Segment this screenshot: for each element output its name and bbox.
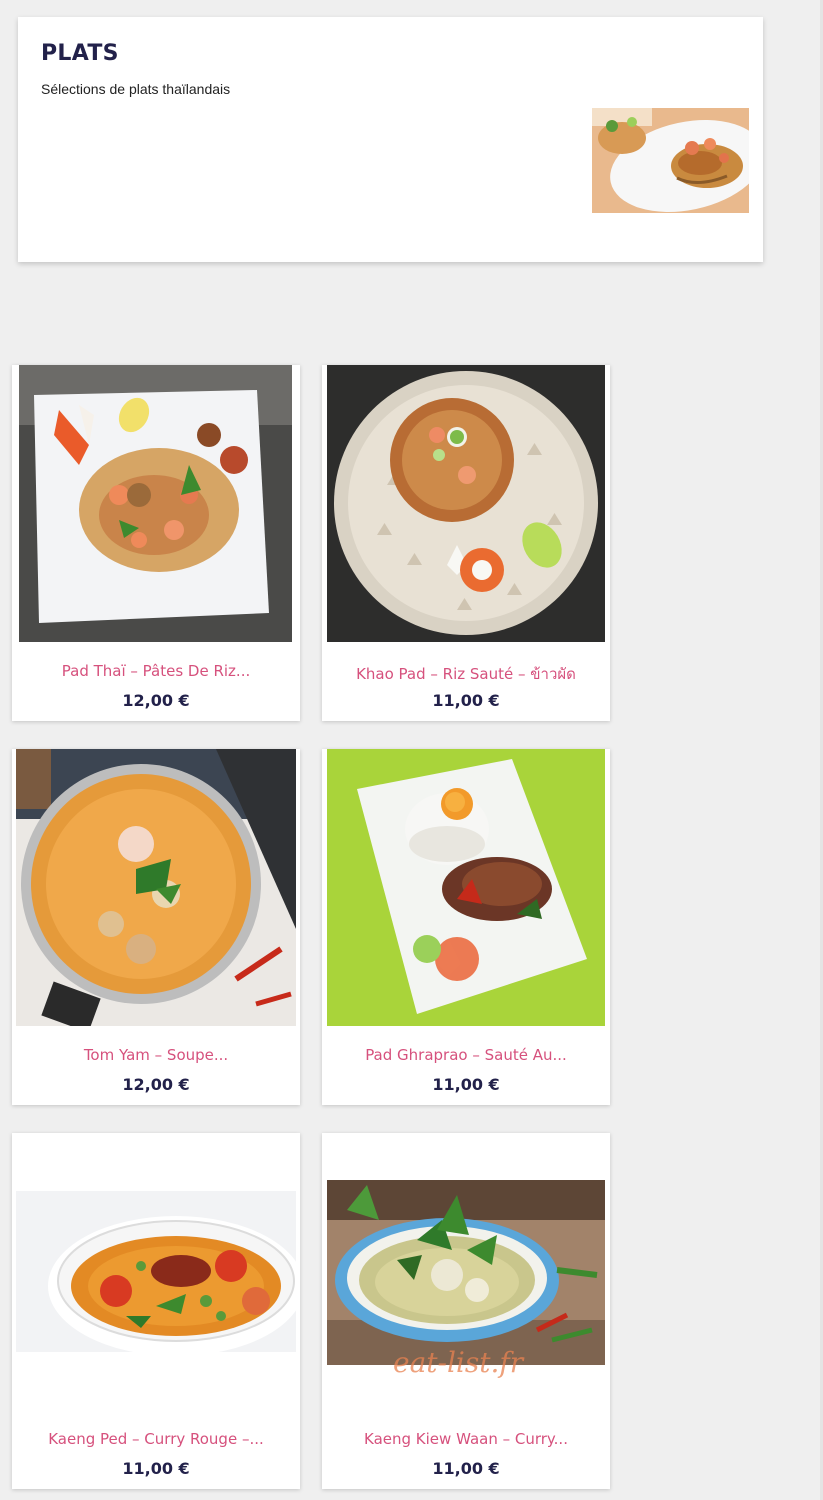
pad-thai-photo[interactable]: [19, 365, 292, 642]
basil-stir-fry-photo[interactable]: [327, 749, 605, 1026]
product-card[interactable]: Pad Thaï – Pâtes De Riz... 12,00 €: [12, 365, 300, 721]
product-name[interactable]: Pad Thaï – Pâtes De Riz...: [12, 662, 300, 680]
product-price: 11,00 €: [432, 691, 500, 710]
product-card[interactable]: Khao Pad – Riz Sauté – ข้าวผัด 11,00 €: [322, 365, 610, 721]
green-curry-photo[interactable]: [327, 1180, 605, 1365]
product-name[interactable]: Kaeng Kiew Waan – Curry...: [322, 1430, 610, 1448]
red-curry-photo[interactable]: [16, 1191, 296, 1352]
product-name[interactable]: Pad Ghraprao – Sauté Au...: [322, 1046, 610, 1064]
fried-rice-photo[interactable]: [327, 365, 605, 642]
page-title: PLATS: [41, 41, 119, 66]
product-price: 12,00 €: [122, 691, 190, 710]
product-price: 11,00 €: [122, 1459, 190, 1478]
product-name[interactable]: Kaeng Ped – Curry Rouge –...: [12, 1430, 300, 1448]
product-card[interactable]: Pad Ghraprao – Sauté Au... 11,00 €: [322, 749, 610, 1105]
watermark: eat-list.fr: [393, 1346, 524, 1379]
product-price: 11,00 €: [432, 1459, 500, 1478]
product-card[interactable]: Kaeng Kiew Waan – Curry... 11,00 €: [322, 1133, 610, 1489]
category-header-card: PLATS Sélections de plats thaïlandais: [18, 17, 763, 262]
product-price: 12,00 €: [122, 1075, 190, 1094]
product-price: 11,00 €: [432, 1075, 500, 1094]
product-card[interactable]: Tom Yam – Soupe... 12,00 €: [12, 749, 300, 1105]
header-dish-image: [592, 108, 749, 213]
product-name[interactable]: Tom Yam – Soupe...: [12, 1046, 300, 1064]
tom-yam-soup-photo[interactable]: [16, 749, 296, 1026]
product-name[interactable]: Khao Pad – Riz Sauté – ข้าวผัด: [322, 662, 610, 686]
page-subtitle: Sélections de plats thaïlandais: [41, 81, 231, 97]
product-card[interactable]: Kaeng Ped – Curry Rouge –... 11,00 €: [12, 1133, 300, 1489]
